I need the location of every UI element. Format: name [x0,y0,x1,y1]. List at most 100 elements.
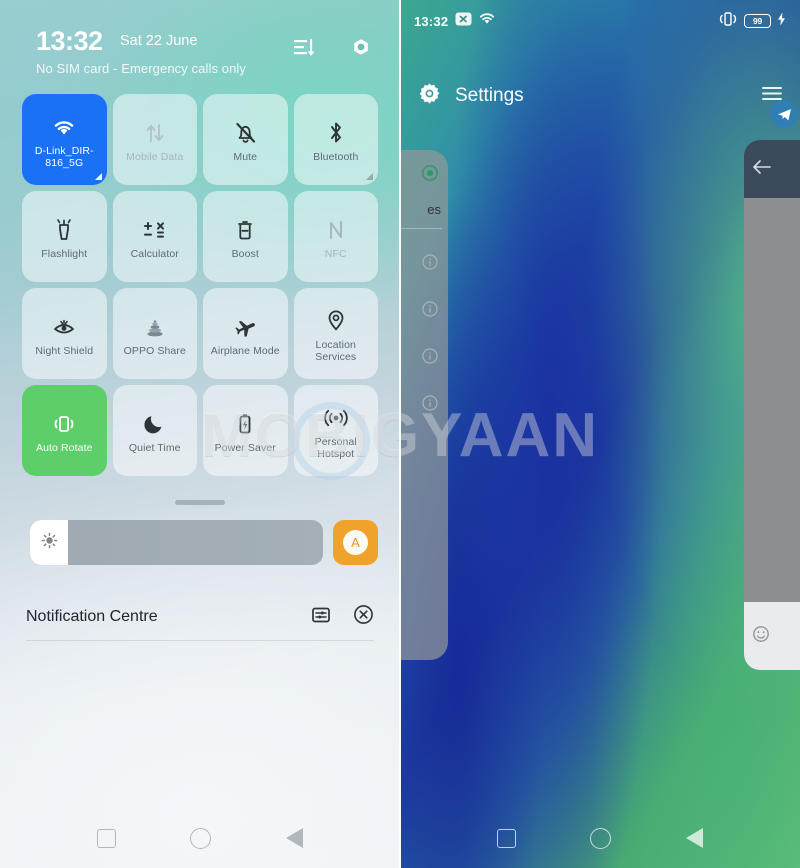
tile-label: Flashlight [41,247,88,260]
left-top-actions [294,36,372,58]
charging-bolt-icon [777,12,786,31]
bell-muted-icon [234,116,257,150]
dual-screenshot-container: 13:32 Sat 22 June No SIM card - Emergenc… [0,0,800,868]
notification-centre-header: Notification Centre [26,604,374,630]
tile-oppo-share[interactable]: OPPO Share [112,288,197,379]
tile-label: Auto Rotate [35,441,93,454]
settings-gear-icon[interactable] [350,36,372,58]
info-circle-icon [421,347,439,365]
recents-square-icon[interactable] [497,828,517,848]
brightness-slider[interactable] [30,520,323,565]
oppo-share-icon [142,310,168,344]
back-triangle-icon[interactable] [685,828,703,848]
sort-icon[interactable] [294,38,315,57]
tile-location-services[interactable]: Location Services [293,288,378,379]
right-status-bar: 13:32 99 [400,8,800,34]
tile-boost[interactable]: Boost [203,191,288,282]
back-arrow-icon [752,159,771,180]
clock-time: 13:32 [36,26,103,56]
info-circle-icon [421,394,439,412]
right-navigation-bar [400,808,800,868]
clock-time: 13:32 [414,13,449,29]
tile-label: Calculator [130,247,179,260]
background-card-divider [400,228,442,229]
background-app-card-left[interactable]: es [400,150,448,660]
auto-rotate-icon [50,407,78,441]
tile-auto-rotate[interactable]: Auto Rotate [22,385,107,476]
moon-icon [144,407,166,441]
eye-night-shield-icon [51,310,77,344]
tile-flashlight[interactable]: Flashlight [22,191,107,282]
notification-centre-title: Notification Centre [26,608,158,625]
left-screen-quick-settings: 13:32 Sat 22 June No SIM card - Emergenc… [0,0,400,868]
battery-level-text: 99 [752,16,763,26]
status-left-group: 13:32 [414,12,495,31]
background-app-card-right[interactable] [744,140,800,670]
telegram-icon [770,100,798,128]
trash-boost-icon [234,213,256,247]
vibrate-icon [718,11,738,32]
clock-date: Sat 22 June [120,33,198,49]
tile-label: NFC [324,247,347,260]
brightness-slider-fill [30,520,68,565]
settings-recents-header: Settings [400,76,800,116]
tile-night-shield[interactable]: Night Shield [22,288,107,379]
tile-label: Night Shield [35,344,94,357]
tile-label: OPPO Share [123,344,186,357]
home-circle-icon[interactable] [190,827,212,849]
tile-airplane-mode[interactable]: Airplane Mode [203,288,288,379]
tile-label: Power Saver [214,441,276,454]
sim-status-text: No SIM card - Emergency calls only [36,61,247,76]
panel-drag-handle[interactable] [175,500,225,505]
tile-bluetooth[interactable]: Bluetooth [293,94,378,185]
left-navigation-bar [0,808,400,868]
tile-wifi[interactable]: D-Link_DIR-816_5G [22,94,107,185]
target-circle-icon [421,164,439,182]
right-screen-recents: 13:32 99 Settings es [400,0,800,868]
tile-label: Bluetooth [313,150,359,163]
app-card-body [744,198,800,602]
mobile-data-icon [144,116,166,150]
home-circle-icon[interactable] [590,827,612,849]
tile-expand-corner-icon[interactable] [366,173,373,180]
location-pin-icon [326,304,346,338]
tile-calculator[interactable]: Calculator [112,191,197,282]
battery-indicator: 99 [744,14,771,28]
background-card-partial-label: es [427,202,441,217]
status-right-group: 99 [718,11,786,32]
tile-mobile-data[interactable]: Mobile Data [112,94,197,185]
sim-off-icon [455,12,472,31]
tile-mute[interactable]: Mute [203,94,288,185]
notification-divider [26,640,374,641]
tile-label: Location Services [315,338,357,364]
tile-label: D-Link_DIR-816_5G [34,144,94,170]
battery-saver-icon [236,407,254,441]
tile-label: Airplane Mode [210,344,280,357]
info-circle-icon [421,300,439,318]
page-title: Settings [455,85,524,106]
settings-gear-icon [418,82,441,110]
hotspot-icon [322,401,350,435]
tile-label: Mute [233,150,258,163]
tile-label: Boost [231,247,259,260]
tile-expand-corner-icon[interactable] [94,173,102,180]
airplane-icon [232,310,258,344]
app-card-input-bar [744,602,800,670]
tile-quiet-time[interactable]: Quiet Time [112,385,197,476]
tile-personal-hotspot[interactable]: Personal Hotspot [293,385,378,476]
clear-all-icon[interactable] [353,604,374,630]
bluetooth-icon [327,116,345,150]
recents-square-icon[interactable] [97,828,117,848]
brightness-sun-icon [41,532,58,554]
back-triangle-icon[interactable] [285,828,303,848]
auto-brightness-button[interactable]: A [333,520,378,565]
nfc-icon [326,213,346,247]
tile-label: Personal Hotspot [314,435,357,461]
notification-settings-icon[interactable] [311,605,331,630]
tile-nfc[interactable]: NFC [293,191,378,282]
tile-power-saver[interactable]: Power Saver [203,385,288,476]
brightness-row: A [30,520,378,565]
auto-brightness-label: A [343,530,368,555]
tile-label: Quiet Time [128,441,181,454]
calculator-icon [142,213,168,247]
